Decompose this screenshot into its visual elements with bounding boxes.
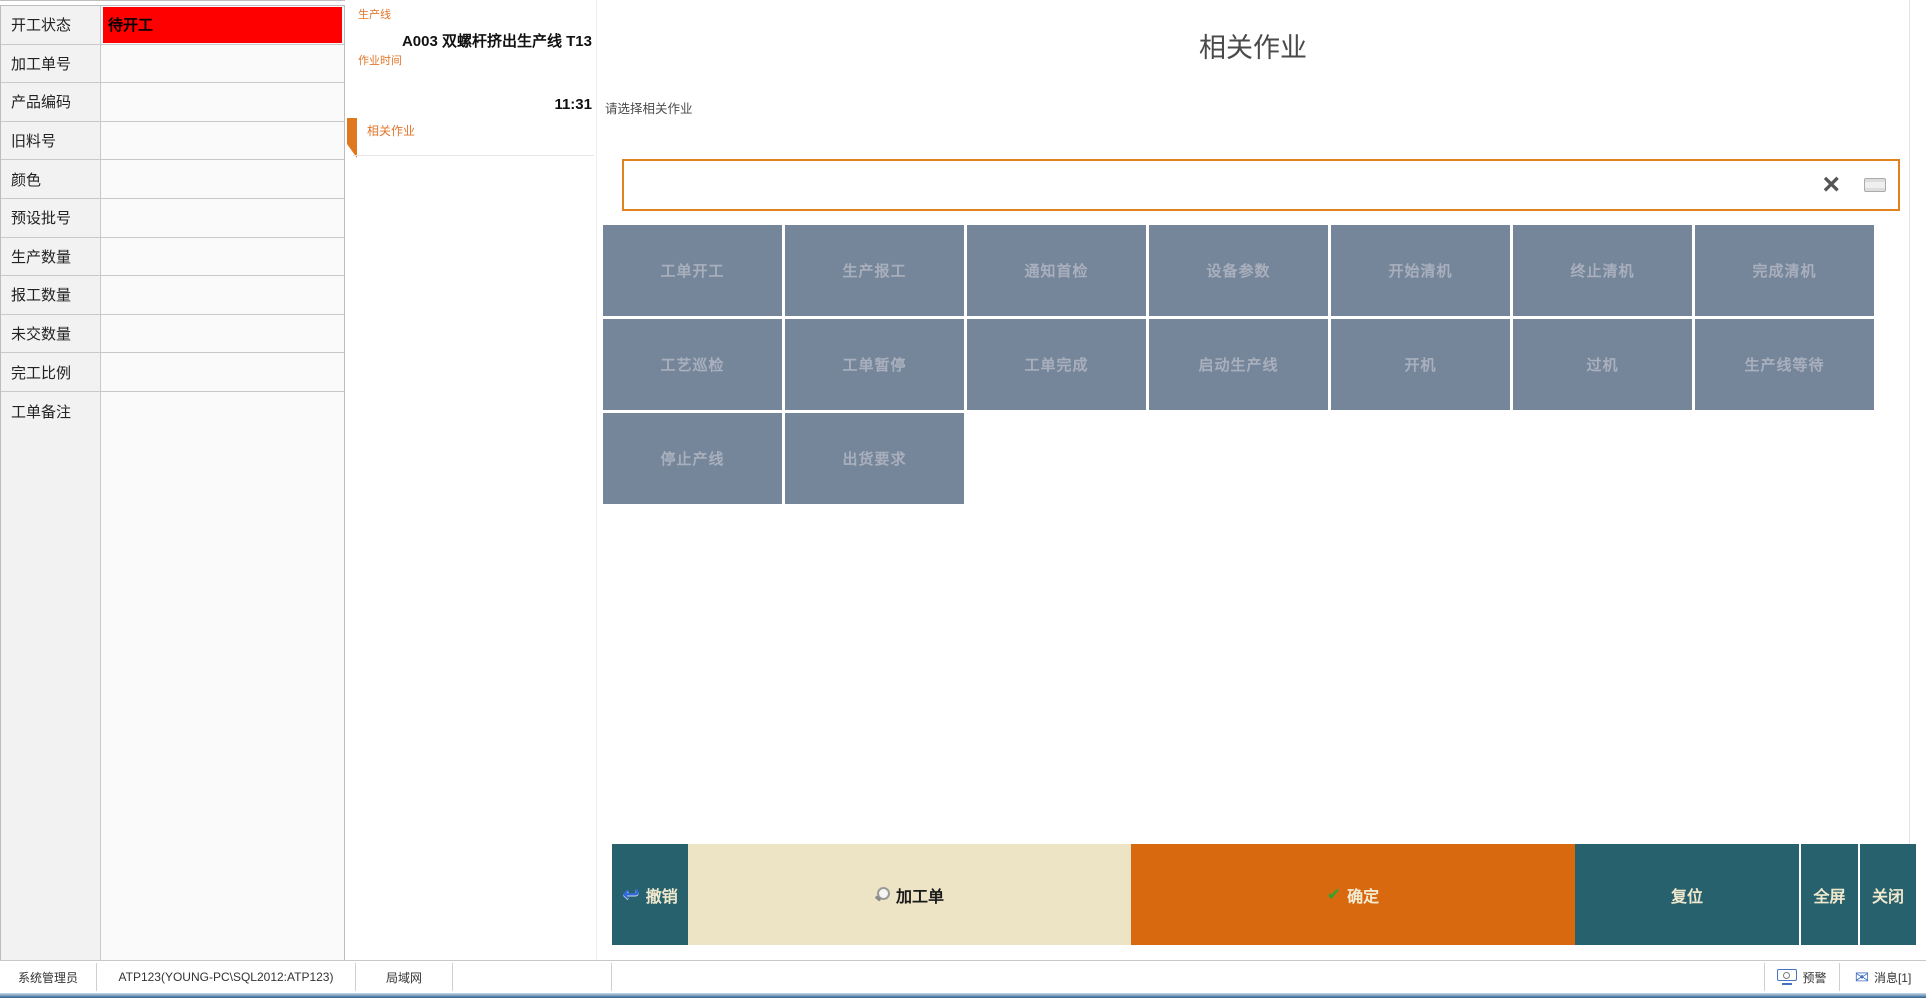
field-label: 产品编码 xyxy=(1,83,101,121)
job-scan-input[interactable] xyxy=(624,161,1822,209)
status-badge: 待开工 xyxy=(103,7,342,43)
sidebar-row: 预设批号 xyxy=(1,199,344,238)
status-empty-cell xyxy=(453,961,611,993)
field-label: 完工比例 xyxy=(1,353,101,391)
field-value: 待开工 xyxy=(101,6,344,44)
confirm-button[interactable]: ✔ 确定 xyxy=(1131,844,1575,945)
field-label: 颜色 xyxy=(1,160,101,198)
action-button[interactable]: 生产线等待 xyxy=(1695,319,1874,410)
work-time-label: 作业时间 xyxy=(358,52,402,68)
sidebar-row: 报工数量 xyxy=(1,276,344,315)
message-label: 消息[1] xyxy=(1874,969,1911,986)
field-label: 加工单号 xyxy=(1,45,101,83)
status-connection: ATP123(YOUNG-PC\SQL2012:ATP123) xyxy=(97,961,355,993)
work-time-value: 11:31 xyxy=(554,96,592,113)
status-network: 局域网 xyxy=(356,961,452,993)
field-label: 开工状态 xyxy=(1,6,101,44)
action-button[interactable]: 生产报工 xyxy=(785,225,964,316)
sidebar-row: 生产数量 xyxy=(1,238,344,277)
action-button[interactable]: 停止产线 xyxy=(603,413,782,504)
sidebar-row: 未交数量 xyxy=(1,315,344,354)
action-button[interactable]: 开始清机 xyxy=(1331,225,1510,316)
field-label: 未交数量 xyxy=(1,315,101,353)
field-value xyxy=(101,276,344,314)
alert-label: 预警 xyxy=(1802,969,1826,986)
field-label: 旧料号 xyxy=(1,122,101,160)
nav-item-related-jobs[interactable]: 相关作业 xyxy=(345,116,596,156)
active-nav-marker-icon xyxy=(347,118,357,144)
sidebar-row: 开工状态待开工 xyxy=(1,6,344,45)
action-button[interactable]: 工单完成 xyxy=(967,319,1146,410)
sidebar-table: 开工状态待开工加工单号产品编码旧料号颜色预设批号生产数量报工数量未交数量完工比例… xyxy=(0,5,345,960)
action-button[interactable]: 过机 xyxy=(1513,319,1692,410)
action-button[interactable]: 工单暂停 xyxy=(785,319,964,410)
field-label: 预设批号 xyxy=(1,199,101,237)
monitor-alert-icon xyxy=(1777,969,1797,985)
action-button-grid: 工单开工生产报工通知首检设备参数开始清机终止清机完成清机工艺巡检工单暂停工单完成… xyxy=(603,225,1883,507)
field-value xyxy=(101,392,344,960)
undo-button[interactable]: ↩ 撤销 xyxy=(612,844,688,945)
status-user: 系统管理员 xyxy=(0,961,96,993)
sidebar-row: 颜色 xyxy=(1,160,344,199)
field-value xyxy=(101,83,344,121)
close-button[interactable]: 关闭 xyxy=(1860,844,1916,945)
nav-divider xyxy=(353,155,594,156)
nav-item-label: 相关作业 xyxy=(367,122,415,139)
action-button[interactable]: 完成清机 xyxy=(1695,225,1874,316)
field-value xyxy=(101,353,344,391)
action-button[interactable]: 工单开工 xyxy=(603,225,782,316)
sidebar-row: 完工比例 xyxy=(1,353,344,392)
sidebar-row: 加工单号 xyxy=(1,45,344,84)
virtual-keyboard-icon[interactable] xyxy=(1864,178,1886,192)
production-line-value: A003 双螺杆挤出生产线 T13 xyxy=(402,30,592,51)
page-title: 相关作业 xyxy=(597,26,1909,65)
field-label: 报工数量 xyxy=(1,276,101,314)
action-button[interactable]: 工艺巡检 xyxy=(603,319,782,410)
magnifier-icon xyxy=(875,887,890,902)
field-value xyxy=(101,122,344,160)
confirm-button-label: 确定 xyxy=(1347,883,1379,907)
field-label: 生产数量 xyxy=(1,238,101,276)
status-empty-cell xyxy=(612,961,1764,993)
sidebar-row: 产品编码 xyxy=(1,83,344,122)
job-scan-input-box: × xyxy=(622,159,1900,211)
action-button[interactable]: 出货要求 xyxy=(785,413,964,504)
field-value xyxy=(101,315,344,353)
action-button[interactable]: 设备参数 xyxy=(1149,225,1328,316)
production-line-panel: 生产线 A003 双螺杆挤出生产线 T13 作业时间 11:31 相关作业 xyxy=(345,0,597,960)
check-icon: ✔ xyxy=(1327,886,1341,903)
work-order-button[interactable]: 加工单 xyxy=(688,844,1131,945)
fullscreen-button-label: 全屏 xyxy=(1813,883,1845,907)
action-button[interactable]: 启动生产线 xyxy=(1149,319,1328,410)
reset-button[interactable]: 复位 xyxy=(1575,844,1799,945)
reset-button-label: 复位 xyxy=(1671,883,1703,907)
field-label: 工单备注 xyxy=(1,392,101,960)
sidebar-row: 工单备注 xyxy=(1,392,344,960)
alert-button[interactable]: 预警 xyxy=(1765,961,1839,993)
fullscreen-button[interactable]: 全屏 xyxy=(1801,844,1858,945)
related-jobs-panel: 相关作业 请选择相关作业 × 工单开工生产报工通知首检设备参数开始清机终止清机完… xyxy=(597,0,1910,844)
field-value xyxy=(101,45,344,83)
undo-icon: ↩ xyxy=(622,884,640,905)
action-button[interactable]: 开机 xyxy=(1331,319,1510,410)
undo-button-label: 撤销 xyxy=(646,883,678,907)
action-button[interactable]: 终止清机 xyxy=(1513,225,1692,316)
bottom-action-bar: ↩ 撤销 加工单 ✔ 确定 复位 全屏 关闭 xyxy=(612,844,1916,945)
message-button[interactable]: ✉ 消息[1] xyxy=(1840,961,1926,993)
field-value xyxy=(101,160,344,198)
work-order-button-label: 加工单 xyxy=(896,883,944,907)
close-button-label: 关闭 xyxy=(1872,883,1904,907)
field-value xyxy=(101,199,344,237)
app-window: 开工状态待开工加工单号产品编码旧料号颜色预设批号生产数量报工数量未交数量完工比例… xyxy=(0,0,1926,998)
production-line-label: 生产线 xyxy=(358,6,391,22)
work-order-info-panel: 开工状态待开工加工单号产品编码旧料号颜色预设批号生产数量报工数量未交数量完工比例… xyxy=(0,0,345,960)
clear-input-icon[interactable]: × xyxy=(1822,170,1840,200)
action-button[interactable]: 通知首检 xyxy=(967,225,1146,316)
status-bar: 系统管理员 ATP123(YOUNG-PC\SQL2012:ATP123) 局域… xyxy=(0,960,1926,998)
select-job-hint: 请选择相关作业 xyxy=(605,98,693,117)
envelope-icon: ✉ xyxy=(1855,969,1869,986)
sidebar-row: 旧料号 xyxy=(1,122,344,161)
field-value xyxy=(101,238,344,276)
